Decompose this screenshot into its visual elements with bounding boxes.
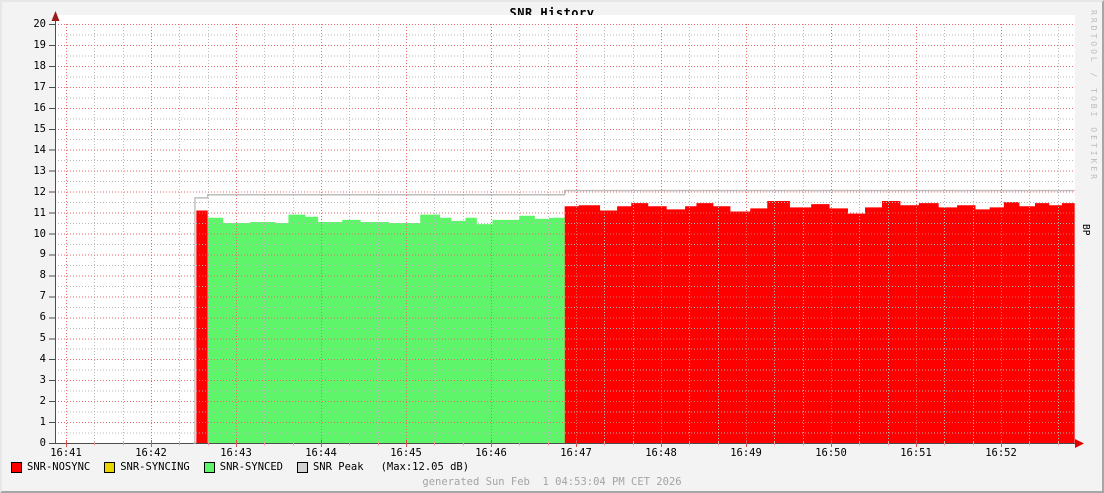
peak-max-value: (Max:12.05 dB) — [380, 461, 470, 473]
y-tick-label: 8 — [39, 269, 46, 282]
x-tick-label: 16:45 — [390, 447, 422, 459]
chart-legend: SNR-NOSYNC SNR-SYNCING SNR-SYNCED SNR Pe… — [11, 461, 469, 474]
y-tick-label: 0 — [39, 437, 46, 449]
y-tick-label: 4 — [39, 353, 46, 366]
right-axis-label: BP — [1080, 224, 1091, 236]
x-tick-label: 16:48 — [645, 447, 677, 459]
y-tick-label: 9 — [39, 248, 46, 261]
y-tick-label: 1 — [39, 416, 46, 429]
y-tick-label: 3 — [39, 374, 46, 387]
y-tick-label: 13 — [33, 164, 46, 177]
y-tick-label: 14 — [33, 143, 46, 156]
y-tick-label: 7 — [39, 290, 46, 303]
legend-label-nosync: SNR-NOSYNC — [27, 461, 91, 473]
legend-item-peak: SNR Peak — [296, 461, 364, 474]
y-tick-label: 12 — [33, 185, 46, 198]
legend-item-syncing: SNR-SYNCING — [104, 461, 190, 474]
series-area-snr-nosync — [564, 201, 1075, 443]
legend-label-peak: SNR Peak — [312, 461, 364, 473]
synced-swatch-icon — [203, 462, 215, 473]
nosync-swatch-icon — [11, 462, 22, 473]
generated-timestamp: generated Sun Feb 1 04:53:04 PM CET 2026 — [422, 476, 682, 488]
peak-swatch-icon — [296, 462, 308, 473]
x-tick-label: 16:50 — [815, 447, 847, 459]
y-tick-label: 19 — [33, 38, 46, 51]
y-tick-label: 16 — [33, 101, 46, 114]
snr-history-graph: SNR History 0 1 2 3 4 5 6 7 8 9 10 11 12 13 14 15 16 17 18… — [0, 0, 1104, 493]
legend-item-synced: SNR-SYNCED — [203, 461, 283, 474]
y-tick-label: 17 — [33, 80, 46, 93]
legend-label-syncing: SNR-SYNCING — [120, 461, 190, 473]
rrdtool-watermark: RRDTOOL / TOBI OETIKER — [1089, 10, 1098, 182]
x-tick-label: 16:42 — [135, 447, 167, 459]
x-tick-label: 16:46 — [475, 447, 507, 459]
x-tick-label: 16:41 — [50, 447, 82, 459]
y-tick-label: 18 — [33, 59, 46, 72]
y-tick-label: 20 — [33, 18, 46, 30]
x-tick-label: 16:52 — [985, 447, 1017, 459]
y-tick-label: 6 — [39, 311, 46, 324]
y-tick-label: 15 — [33, 122, 46, 135]
syncing-swatch-icon — [104, 462, 116, 473]
x-tick-label: 16:51 — [900, 447, 932, 459]
legend-item-nosync: SNR-NOSYNC — [11, 461, 90, 474]
y-tick-label: 5 — [39, 332, 46, 345]
snr-history-chart — [49, 11, 1084, 448]
series-area-snr-nosync — [196, 210, 208, 443]
y-tick-label: 11 — [33, 206, 46, 219]
x-tick-label: 16:43 — [220, 447, 252, 459]
y-tick-label: 2 — [39, 395, 46, 408]
y-tick-label: 10 — [33, 227, 46, 240]
x-tick-label: 16:47 — [560, 447, 592, 459]
legend-label-synced: SNR-SYNCED — [219, 461, 283, 473]
x-tick-label: 16:44 — [305, 447, 337, 459]
x-axis-arrow-icon — [1075, 439, 1084, 448]
series-area-snr-synced — [207, 214, 565, 443]
x-tick-label: 16:49 — [730, 447, 762, 459]
